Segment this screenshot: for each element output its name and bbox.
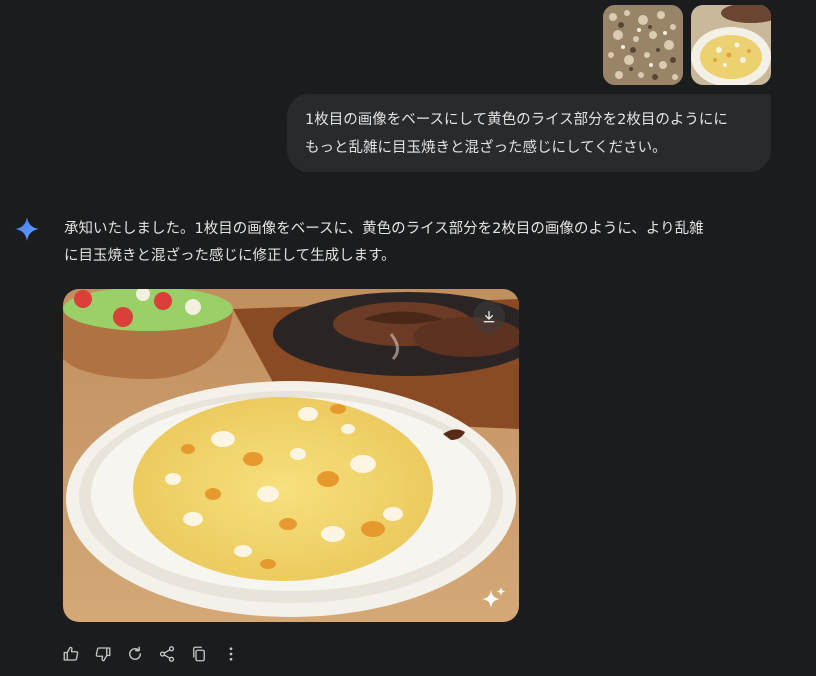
assistant-message: 承知いたしました。1枚目の画像をベースに、黄色のライス部分を2枚目の画像のように… <box>64 216 784 270</box>
assistant-message-line-1: 承知いたしました。1枚目の画像をベースに、黄色のライス部分を2枚目の画像のように… <box>64 221 704 237</box>
generated-image[interactable] <box>63 289 519 622</box>
sparkle-icon <box>482 587 506 608</box>
share-icon <box>159 646 175 662</box>
thumbs-up-button[interactable] <box>60 643 82 665</box>
attached-image-2[interactable] <box>691 5 771 85</box>
regenerate-icon <box>129 646 141 660</box>
assistant-message-line-2: に目玉焼きと混ざった感じに修正して生成します。 <box>64 248 396 264</box>
download-button[interactable] <box>473 301 505 333</box>
download-icon <box>483 311 495 323</box>
thumbs-down-button[interactable] <box>92 643 114 665</box>
gemini-spark-icon <box>15 217 39 241</box>
copy-button[interactable] <box>188 643 210 665</box>
user-message-bubble: 1枚目の画像をベースにして黄色のライス部分を2枚目のようにに もっと乱雑に目玉焼… <box>287 94 771 172</box>
thumbs-up-icon <box>63 646 79 661</box>
thumbs-down-icon <box>95 647 111 662</box>
more-vertical-icon <box>229 647 233 661</box>
user-message-line-1: 1枚目の画像をベースにして黄色のライス部分を2枚目のようにに <box>305 112 728 128</box>
user-message-line-2: もっと乱雑に目玉焼きと混ざった感じにしてください。 <box>305 140 667 156</box>
attached-image-1[interactable] <box>603 5 683 85</box>
more-options-button[interactable] <box>220 643 242 665</box>
regenerate-button[interactable] <box>124 643 146 665</box>
response-action-bar <box>60 642 252 666</box>
copy-icon <box>193 646 205 662</box>
share-button[interactable] <box>156 643 178 665</box>
